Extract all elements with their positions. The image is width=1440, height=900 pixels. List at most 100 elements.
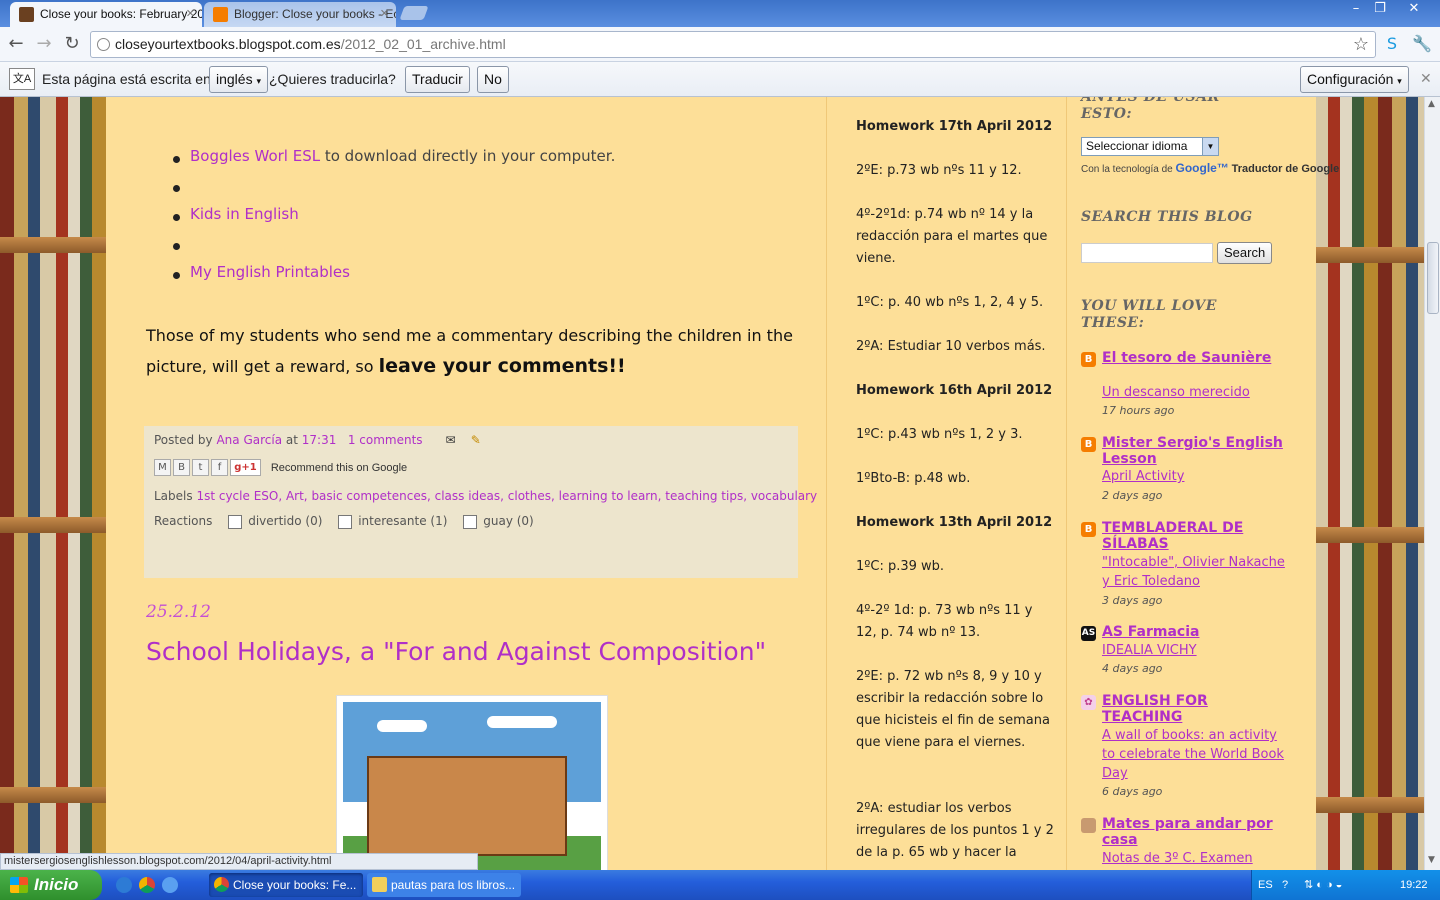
school-image[interactable]	[336, 695, 608, 870]
scroll-down-icon[interactable]: ▼	[1428, 855, 1435, 865]
reaction-checkbox[interactable]	[338, 514, 353, 529]
post-title-link[interactable]: School Holidays, a "For and Against Comp…	[146, 637, 766, 666]
google-logo: Google™	[1175, 161, 1229, 175]
blog-post-link[interactable]: Notas de 3º C. Examen	[1102, 849, 1292, 868]
recommend-text: Recommend this on Google	[270, 462, 408, 474]
blog-post-link[interactable]: April Activity	[1102, 467, 1292, 486]
blog-post-age: 3 days ago	[1102, 594, 1163, 607]
at-label: at	[285, 433, 298, 447]
ie-icon[interactable]	[116, 877, 132, 893]
tray-icons[interactable]: ⇅ ◐ ◑ ◒	[1304, 870, 1342, 900]
page-scrollbar[interactable]: ▲ ▼	[1424, 97, 1440, 870]
close-infobar-icon[interactable]: ✕	[1420, 70, 1432, 87]
translate-prefix: Esta página está escrita en	[42, 71, 211, 87]
reaction-checkbox[interactable]	[228, 514, 243, 529]
start-button[interactable]: Inicio	[0, 870, 102, 900]
bookmark-star-icon[interactable]: ☆	[1353, 32, 1369, 57]
bookshelf-left	[0, 237, 106, 253]
reaction-checkbox[interactable]	[463, 514, 478, 529]
twitter-share-icon[interactable]: t	[192, 459, 209, 476]
blog-post-link[interactable]: A wall of books: an activity to celebrat…	[1102, 726, 1292, 783]
translate-options-button[interactable]: Configuración ▾	[1300, 66, 1409, 93]
reaction-label: divertido (0)	[248, 514, 323, 528]
reactions-row: Reactions divertido (0) interesante (1) …	[154, 514, 534, 529]
bookshelf-left	[0, 517, 106, 533]
status-bubble: mistersergiosenglishlesson.blogspot.com/…	[0, 853, 478, 870]
edit-pencil-icon[interactable]: ✎	[471, 433, 481, 447]
blog-name-link[interactable]: El tesoro de Saunière	[1102, 350, 1292, 366]
source-language-dropdown[interactable]: inglés ▾	[209, 66, 269, 93]
translator-link[interactable]: Traductor de Google	[1232, 163, 1340, 175]
taskbar-item-chrome[interactable]: Close your books: Fe...	[209, 873, 363, 897]
scroll-up-icon[interactable]: ▲	[1428, 99, 1435, 109]
post-time-link[interactable]: 17:31	[302, 433, 337, 447]
scrollbar-thumb[interactable]	[1427, 242, 1439, 314]
homework-entry: 4º-2º 1d: p. 73 wb nºs 11 y 12, p. 74 wb…	[856, 603, 1033, 640]
blog-name-link[interactable]: TEMBLADERAL DE SÍLABAS	[1102, 520, 1292, 552]
homework-entry: 2ºE: p.73 wb nºs 11 y 12.	[856, 163, 1022, 178]
page-info-icon[interactable]	[97, 38, 110, 51]
language-indicator[interactable]: ES	[1258, 870, 1273, 900]
blog-name-link[interactable]: Mates para andar por casa	[1102, 816, 1292, 848]
close-window-icon[interactable]: ✕	[1393, 0, 1435, 18]
browser-icon[interactable]	[162, 877, 178, 893]
tab-blogger[interactable]: Blogger: Close your books - Ec ✕	[204, 2, 396, 27]
address-bar[interactable]: closeyourtextbooks.blogspot.com.es/2012_…	[90, 31, 1376, 58]
language-select[interactable]: Seleccionar idioma ▼	[1081, 137, 1219, 156]
posted-by-label: Posted by	[154, 433, 213, 447]
labels-links[interactable]: 1st cycle ESO, Art, basic competences, c…	[196, 489, 817, 503]
blog-name-link[interactable]: Mister Sergio's English Lesson	[1102, 435, 1292, 467]
post-meta: Posted by Ana García at 17:31 1 comments…	[154, 433, 481, 447]
homework-entry: 1ºC: p. 40 wb nºs 1, 2, 4 y 5.	[856, 295, 1044, 310]
kids-in-english-link[interactable]: Kids in English	[190, 205, 299, 223]
blog-post-link[interactable]: "Intocable", Olivier Nakache y Eric Tole…	[1102, 553, 1292, 591]
close-tab-icon[interactable]: ✕	[380, 2, 389, 26]
forward-icon[interactable]: →	[33, 33, 55, 55]
english-printables-link[interactable]: My English Printables	[190, 263, 350, 281]
new-tab-button[interactable]	[399, 6, 429, 20]
taskbar-item-label: Close your books: Fe...	[233, 878, 357, 892]
taskbar-item-folder[interactable]: pautas para los libros...	[367, 873, 521, 897]
list-item	[172, 176, 615, 205]
comments-link[interactable]: 1 comments	[348, 433, 423, 447]
blog-favicon-icon	[19, 7, 34, 22]
minimize-icon[interactable]: –	[1345, 0, 1367, 18]
post-footer: Posted by Ana García at 17:31 1 comments…	[144, 426, 817, 578]
translate-button[interactable]: Traducir	[405, 66, 470, 93]
chevron-down-icon: ▾	[256, 76, 262, 86]
blogger-icon: B	[1081, 522, 1096, 537]
boggles-world-link[interactable]: Boggles Worl ESL	[190, 147, 320, 165]
back-icon[interactable]: ←	[5, 33, 27, 55]
powered-by: Con la tecnología de Google™ Traductor d…	[1081, 161, 1339, 175]
tab-close-your-books[interactable]: Close your books: February 20 ✕	[10, 2, 202, 27]
reload-icon[interactable]: ↻	[61, 33, 83, 55]
restore-icon[interactable]: ❐	[1369, 0, 1391, 18]
homework-entry: 2ºE: p. 72 wb nºs 8, 9 y 10 y escribir l…	[856, 669, 1050, 750]
list-item: Kids in English	[172, 205, 615, 234]
chrome-icon[interactable]	[139, 877, 155, 893]
email-post-icon[interactable]: ✉	[445, 433, 455, 447]
clock: 19:22	[1400, 879, 1428, 891]
list-item	[172, 234, 615, 263]
homework-column: Homework 17th April 2012 2ºE: p.73 wb nºs…	[836, 97, 1066, 870]
start-label: Inicio	[34, 875, 79, 894]
help-icon[interactable]: ?	[1282, 870, 1288, 900]
blog-post-link[interactable]: Un descanso merecido	[1102, 383, 1292, 402]
blogger-icon: B	[1081, 437, 1096, 452]
blog-post-age: 6 days ago	[1102, 785, 1163, 798]
search-button[interactable]: Search	[1217, 242, 1273, 264]
blog-name-link[interactable]: ENGLISH FOR TEACHING	[1102, 693, 1292, 725]
email-share-icon[interactable]: M	[154, 459, 171, 476]
close-tab-icon[interactable]: ✕	[186, 2, 195, 26]
blogthis-share-icon[interactable]: B	[173, 459, 190, 476]
google-plus-one-button[interactable]: g+1	[230, 459, 261, 476]
facebook-share-icon[interactable]: f	[211, 459, 228, 476]
image-cloud	[377, 720, 427, 732]
wrench-icon[interactable]: 🔧	[1411, 33, 1433, 55]
blog-name-link[interactable]: AS Farmacia	[1102, 624, 1292, 640]
no-translate-button[interactable]: No	[477, 66, 509, 93]
blog-search-input[interactable]	[1081, 243, 1213, 263]
skype-extension-icon[interactable]: S	[1381, 33, 1403, 55]
blog-post-link[interactable]: IDEALIA VICHY	[1102, 641, 1292, 660]
author-link[interactable]: Ana García	[216, 433, 282, 447]
